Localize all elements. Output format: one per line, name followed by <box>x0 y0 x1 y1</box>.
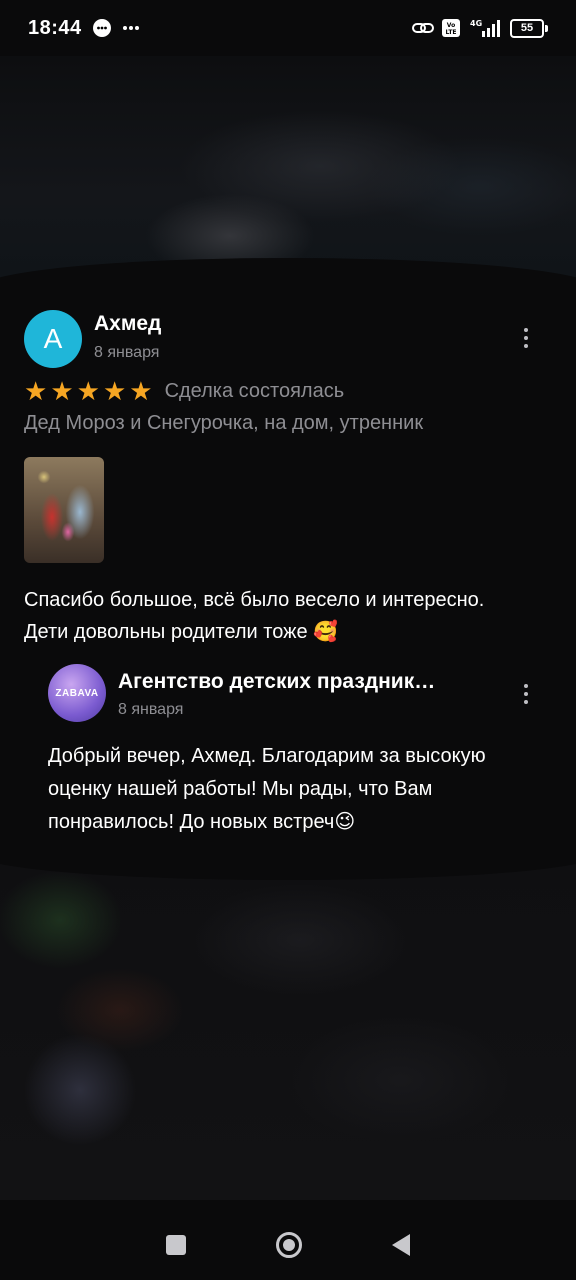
status-time: 18:44 <box>28 16 82 39</box>
status-bar: 18:44 Vo LTE 4G 55 <box>0 0 576 56</box>
network-type-label: 4G <box>470 19 482 28</box>
reply-text-line: Добрый вечер, Ахмед. Благодарим за высок… <box>48 745 486 767</box>
star-icon: ★ <box>24 376 48 406</box>
author-avatar[interactable]: А <box>24 310 82 368</box>
star-icon: ★ <box>50 376 74 406</box>
review-text-line: Спасибо большое, всё было весело и интер… <box>24 589 485 611</box>
reply-more-options-icon[interactable] <box>512 680 540 708</box>
service-description: Дед Мороз и Снегурочка, на дом, утренник <box>24 412 424 434</box>
status-left: 18:44 <box>28 17 140 40</box>
review-more-options-icon[interactable] <box>512 324 540 352</box>
reply-text-line: оценку нашей работы! Мы рады, что Вам <box>48 778 433 800</box>
volte-icon: Vo LTE <box>442 19 460 37</box>
more-dots-icon <box>122 25 140 31</box>
battery-icon: 55 <box>510 18 548 38</box>
home-button[interactable] <box>276 1232 302 1258</box>
status-right: Vo LTE 4G 55 <box>412 18 548 38</box>
reply-date: 8 января <box>118 701 184 718</box>
wink-emoji-icon: 😉 <box>334 811 356 833</box>
battery-level: 55 <box>510 18 544 38</box>
reply-text-line: понравилось! До новых встреч <box>48 811 335 833</box>
blurred-previous-review <box>0 56 576 288</box>
smiling-hearts-emoji-icon: 🥰 <box>313 621 339 643</box>
review-photo-thumbnail[interactable] <box>24 457 104 563</box>
seller-avatar[interactable]: ZABAVA <box>48 664 106 722</box>
deal-status: Сделка состоялась <box>164 379 345 402</box>
star-rating: ★ ★ ★ ★ ★ <box>24 378 153 404</box>
review-text: Спасибо большое, всё было весело и интер… <box>24 584 554 648</box>
link-icon <box>412 20 434 36</box>
rating-row: ★ ★ ★ ★ ★ Сделка состоялась <box>24 378 344 404</box>
recents-button[interactable] <box>166 1235 186 1255</box>
review-date: 8 января <box>94 344 160 361</box>
back-button[interactable] <box>392 1234 410 1256</box>
blurred-next-review <box>0 860 576 1200</box>
star-icon: ★ <box>129 376 153 406</box>
navigation-bar <box>0 1210 576 1280</box>
star-icon: ★ <box>102 376 127 406</box>
reply-text: Добрый вечер, Ахмед. Благодарим за высок… <box>48 740 548 839</box>
signal-icon: 4G <box>468 18 502 38</box>
message-bubble-icon <box>92 18 112 38</box>
star-icon: ★ <box>76 376 100 406</box>
seller-name[interactable]: Агентство детских праздник… <box>118 670 488 694</box>
svg-text:LTE: LTE <box>445 29 456 36</box>
svg-text:Vo: Vo <box>447 22 455 29</box>
author-name[interactable]: Ахмед <box>94 312 161 336</box>
review-text-line: Дети довольны родители тоже <box>24 621 308 643</box>
